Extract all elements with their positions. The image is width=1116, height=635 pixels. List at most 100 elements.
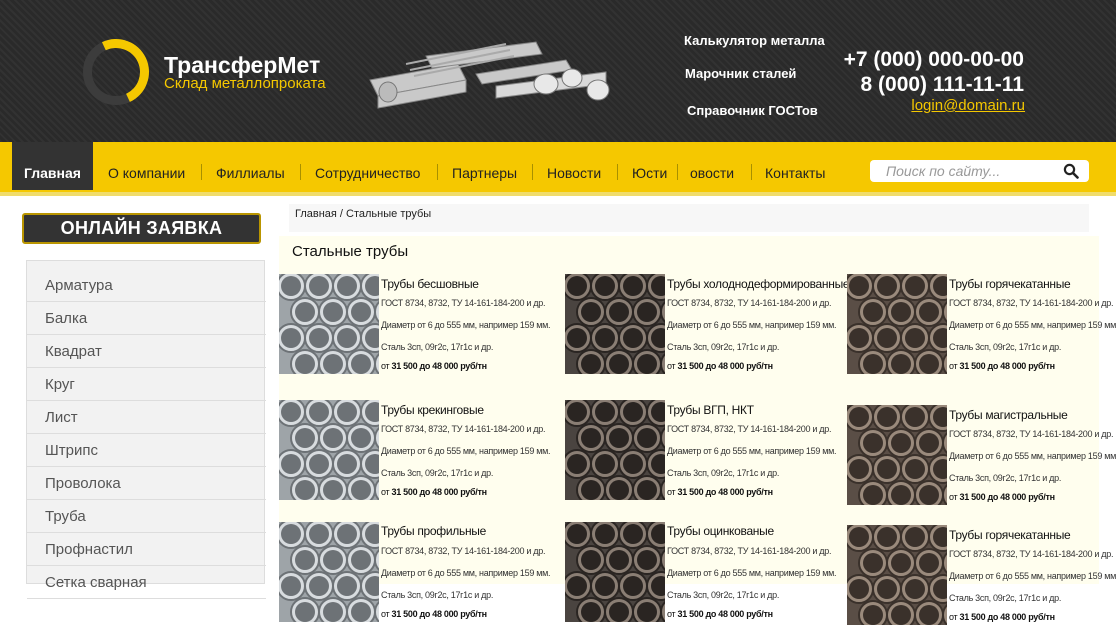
breadcrumb[interactable]: Главная / Стальные трубы [289,204,1089,232]
product-card[interactable]: Трубы крекинговые ГОСТ 8734, 8732, ТУ 14-… [279,400,559,510]
product-title[interactable]: Трубы крекинговые [381,403,484,417]
product-title[interactable]: Трубы горячекатанные [949,277,1071,291]
product-title[interactable]: Трубы бесшовные [381,277,479,291]
page-title: Стальные трубы [292,243,409,260]
pipe-product-image[interactable] [565,400,665,500]
sidebar-item-list[interactable]: Лист [27,401,266,434]
nav-item-yusti[interactable]: Юсти [632,142,667,190]
product-steel: Сталь 3сп, 09г2с, 17г1с и др. [667,590,780,600]
product-steel: Сталь 3сп, 09г2с, 17г1с и др. [949,593,1062,603]
sidebar-item-balka[interactable]: Балка [27,302,266,335]
sidebar-item-setka[interactable]: Сетка сварная [27,566,266,599]
price-prefix: от [949,361,958,371]
search-icon[interactable] [1063,163,1079,179]
online-order-button[interactable]: ОНЛАЙН ЗАЯВКА [22,213,261,244]
email-link[interactable]: login@domain.ru [911,97,1025,114]
nav-item-home[interactable]: Главная [12,142,93,190]
product-card[interactable]: Трубы магистральные ГОСТ 8734, 8732, ТУ 1… [847,405,1116,515]
site-header: ТрансферМет Склад металлопроката Калькул… [0,0,1116,142]
phone-secondary[interactable]: 8 (000) 111-11-11 [861,73,1024,97]
product-steel: Сталь 3сп, 09г2с, 17г1с и др. [949,473,1062,483]
sidebar-item-strips[interactable]: Штрипс [27,434,266,467]
product-steel: Сталь 3сп, 09г2с, 17г1с и др. [381,468,494,478]
product-card[interactable]: Трубы горячекатанные ГОСТ 8734, 8732, ТУ … [847,525,1116,635]
price-value: 31 500 до 48 000 руб/тн [959,492,1055,502]
product-price: от 31 500 до 48 000 руб/тн [949,361,1055,371]
product-gost: ГОСТ 8734, 8732, ТУ 14-161-184-200 и др. [667,298,832,308]
pipe-product-image[interactable] [279,400,379,500]
product-card[interactable]: Трубы горячекатанные ГОСТ 8734, 8732, ТУ … [847,274,1116,384]
product-price: от 31 500 до 48 000 руб/тн [381,609,487,619]
sidebar-item-truba[interactable]: Труба [27,500,266,533]
pipe-product-image[interactable] [565,522,665,622]
product-gost: ГОСТ 8734, 8732, ТУ 14-161-184-200 и др. [667,424,832,434]
nav-separator [201,164,202,180]
steel-grades-link[interactable]: Марочник сталей [685,66,796,81]
product-card[interactable]: Трубы холоднодеформированные ГОСТ 8734, 8… [565,274,850,384]
price-prefix: от [667,487,676,497]
product-title[interactable]: Трубы оцинкованые [667,524,774,538]
pipe-product-image[interactable] [847,525,947,625]
gost-reference-link[interactable]: Справочник ГОСТов [687,103,818,118]
sidebar-item-kvadrat[interactable]: Квадрат [27,335,266,368]
sidebar-item-provoloka[interactable]: Проволока [27,467,266,500]
product-gost: ГОСТ 8734, 8732, ТУ 14-161-184-200 и др. [381,424,546,434]
sidebar-item-krug[interactable]: Круг [27,368,266,401]
price-prefix: от [949,492,958,502]
product-steel: Сталь 3сп, 09г2с, 17г1с и др. [667,342,780,352]
price-value: 31 500 до 48 000 руб/тн [959,612,1055,622]
price-value: 31 500 до 48 000 руб/тн [677,361,773,371]
nav-item-ovosti[interactable]: овости [690,142,734,190]
nav-separator [437,164,438,180]
price-prefix: от [381,361,390,371]
price-prefix: от [381,487,390,497]
product-card[interactable]: Трубы оцинкованые ГОСТ 8734, 8732, ТУ 14-… [565,522,845,632]
nav-item-partners[interactable]: Партнеры [452,142,517,190]
pipe-product-image[interactable] [847,405,947,505]
product-diameter: Диаметр от 6 до 555 мм, например 159 мм. [381,446,551,456]
price-value: 31 500 до 48 000 руб/тн [391,361,487,371]
price-value: 31 500 до 48 000 руб/тн [677,487,773,497]
sidebar-item-profnastil[interactable]: Профнастил [27,533,266,566]
product-card[interactable]: Трубы бесшовные ГОСТ 8734, 8732, ТУ 14-16… [279,274,559,384]
nav-separator [677,164,678,180]
sidebar-item-armatura[interactable]: Арматура [27,269,266,302]
product-gost: ГОСТ 8734, 8732, ТУ 14-161-184-200 и др. [949,549,1114,559]
phone-primary[interactable]: +7 (000) 000-00-00 [844,48,1024,72]
logo-subtitle: Склад металлопроката [164,75,326,92]
product-title[interactable]: Трубы профильные [381,524,486,538]
metal-calculator-link[interactable]: Калькулятор металла [684,33,825,48]
product-price: от 31 500 до 48 000 руб/тн [667,609,773,619]
product-card[interactable]: Трубы ВГП, НКТ ГОСТ 8734, 8732, ТУ 14-161… [565,400,845,510]
product-steel: Сталь 3сп, 09г2с, 17г1с и др. [381,590,494,600]
product-gost: ГОСТ 8734, 8732, ТУ 14-161-184-200 и др. [949,429,1114,439]
nav-item-about[interactable]: О компании [108,142,185,190]
product-steel: Сталь 3сп, 09г2с, 17г1с и др. [381,342,494,352]
pipe-product-image[interactable] [847,274,947,374]
pipe-product-image[interactable] [565,274,665,374]
nav-item-news[interactable]: Новости [547,142,601,190]
product-price: от 31 500 до 48 000 руб/тн [949,612,1055,622]
product-title[interactable]: Трубы магистральные [949,408,1068,422]
product-diameter: Диаметр от 6 до 555 мм, например 159 мм. [381,568,551,578]
metal-products-image [369,41,610,109]
nav-item-branches[interactable]: Филлиалы [216,142,285,190]
nav-item-cooperation[interactable]: Сотрудничество [315,142,420,190]
catalog-sidebar: Арматура Балка Квадрат Круг Лист Штрипс … [26,260,266,599]
pipe-product-image[interactable] [279,522,379,622]
product-title[interactable]: Трубы горячекатанные [949,528,1071,542]
product-title[interactable]: Трубы ВГП, НКТ [667,403,754,417]
price-value: 31 500 до 48 000 руб/тн [391,609,487,619]
nav-item-contacts[interactable]: Контакты [765,142,825,190]
product-gost: ГОСТ 8734, 8732, ТУ 14-161-184-200 и др. [381,546,546,556]
price-prefix: от [381,609,390,619]
nav-separator [532,164,533,180]
search-input[interactable] [886,160,1056,182]
pipe-product-image[interactable] [279,274,379,374]
product-diameter: Диаметр от 6 до 555 мм, например 159 мм. [667,446,837,456]
product-title[interactable]: Трубы холоднодеформированные [667,277,850,291]
product-diameter: Диаметр от 6 до 555 мм, например 159 мм. [667,320,837,330]
price-prefix: от [667,361,676,371]
product-price: от 31 500 до 48 000 руб/тн [667,487,773,497]
product-card[interactable]: Трубы профильные ГОСТ 8734, 8732, ТУ 14-1… [279,522,559,632]
